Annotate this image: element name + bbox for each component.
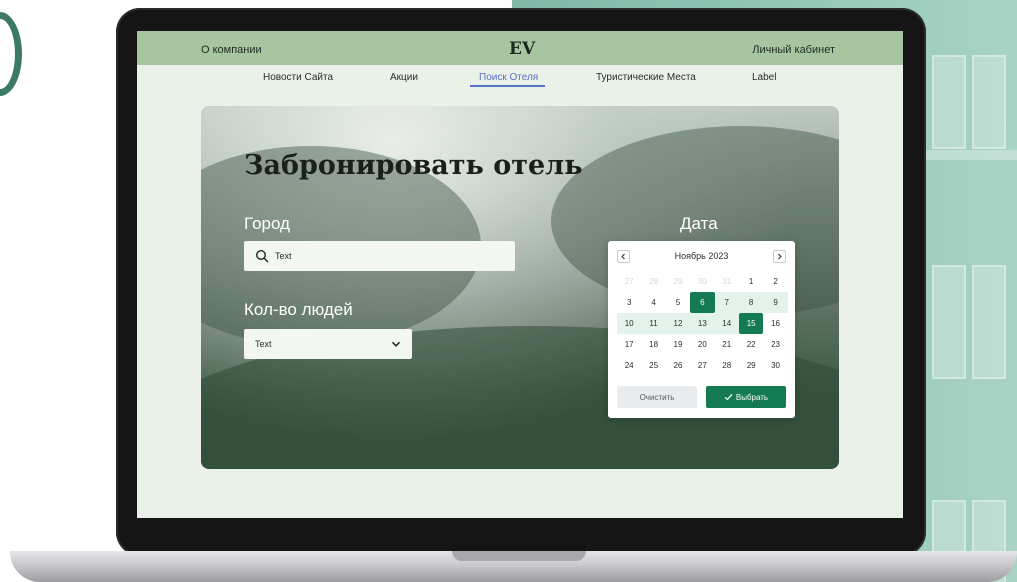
search-icon (255, 249, 269, 263)
calendar-grid: 27 28 29 30 31 1 2 3 4 5 6 7 8 9 10 11 12 13 14 15 16 17 18 19 2… (617, 271, 788, 376)
calendar-day[interactable]: 14 (714, 313, 739, 334)
next-month-button[interactable] (773, 250, 786, 263)
building-window (972, 265, 1006, 379)
nav-item-label[interactable]: Label (752, 72, 776, 83)
calendar-day[interactable]: 29 (739, 355, 763, 376)
calendar-day[interactable]: 11 (641, 313, 666, 334)
page-title: Забронировать отель (244, 150, 583, 181)
laptop-notch (452, 551, 586, 561)
calendar-day[interactable]: 22 (739, 334, 763, 355)
calendar-day[interactable]: 29 (666, 271, 690, 292)
check-icon (724, 393, 733, 401)
calendar-day[interactable]: 13 (690, 313, 715, 334)
date-picker: Ноябрь 2023 27 28 29 30 31 1 2 3 4 5 6 7 8 9 10 11 12 13 1… (608, 241, 795, 418)
building-window (972, 55, 1006, 149)
calendar-day[interactable]: 1 (739, 271, 763, 292)
calendar-day[interactable]: 15 (738, 313, 764, 334)
nav-item-hotel-search[interactable]: Поиск Отеля (479, 72, 538, 83)
calendar-day[interactable]: 2 (763, 271, 787, 292)
calendar-day[interactable]: 26 (666, 355, 690, 376)
main-nav: Новости Сайта Акции Поиск Отеля Туристич… (137, 65, 903, 95)
calendar-day[interactable]: 31 (715, 271, 739, 292)
calendar-day[interactable]: 28 (715, 355, 739, 376)
calendar-day[interactable]: 30 (763, 355, 787, 376)
date-label: Дата (680, 214, 718, 233)
calendar-day[interactable]: 21 (715, 334, 739, 355)
top-bar: О компании EV Личный кабинет (137, 31, 903, 65)
people-select-value: Text (255, 339, 272, 349)
nav-item-promotions[interactable]: Акции (390, 72, 418, 83)
about-company-link[interactable]: О компании (201, 44, 262, 56)
people-count-label: Кол-во людей (244, 300, 353, 319)
building-window (932, 55, 966, 149)
calendar-day[interactable]: 8 (738, 292, 764, 313)
nav-item-news[interactable]: Новости Сайта (263, 72, 333, 83)
calendar-day[interactable]: 27 (617, 271, 641, 292)
calendar-day[interactable]: 30 (690, 271, 714, 292)
laptop-screen: О компании EV Личный кабинет Новости Сай… (137, 31, 903, 518)
calendar-day[interactable]: 4 (641, 292, 665, 313)
clear-button-label: Очистить (639, 392, 675, 402)
calendar-day[interactable]: 27 (690, 355, 714, 376)
calendar-day[interactable]: 16 (763, 313, 787, 334)
site-logo[interactable]: EV (509, 39, 535, 59)
decorative-arc (0, 12, 22, 96)
building-window (932, 265, 966, 379)
city-label: Город (244, 214, 290, 233)
calendar-day[interactable]: 17 (617, 334, 641, 355)
calendar-month-title: Ноябрь 2023 (674, 251, 729, 261)
choose-button-label: Выбрать (735, 392, 769, 402)
calendar-day[interactable]: 10 (617, 313, 642, 334)
calendar-day[interactable]: 24 (617, 355, 641, 376)
calendar-day[interactable]: 5 (666, 292, 690, 313)
calendar-day[interactable]: 23 (763, 334, 787, 355)
calendar-day[interactable]: 18 (641, 334, 665, 355)
calendar-day[interactable]: 12 (665, 313, 691, 334)
calendar-day[interactable]: 25 (641, 355, 665, 376)
calendar-day[interactable]: 20 (690, 334, 714, 355)
nav-active-underline (470, 85, 545, 87)
nav-item-tourist-places[interactable]: Туристические Места (596, 72, 696, 83)
people-count-select[interactable]: Text (244, 329, 412, 359)
calendar-day[interactable]: 19 (666, 334, 690, 355)
booking-hero: Забронировать отель Город Text Кол-во лю… (201, 106, 839, 469)
personal-account-link[interactable]: Личный кабинет (752, 44, 835, 56)
chevron-down-icon (391, 341, 401, 347)
calendar-day[interactable]: 7 (714, 292, 739, 313)
clear-button[interactable]: Очистить (617, 386, 697, 408)
calendar-day[interactable]: 9 (763, 292, 788, 313)
calendar-day[interactable]: 3 (617, 292, 641, 313)
calendar-day[interactable]: 28 (641, 271, 665, 292)
calendar-day[interactable]: 6 (690, 292, 715, 313)
city-search-input[interactable]: Text (244, 241, 515, 271)
choose-button[interactable]: Выбрать (706, 386, 786, 408)
city-input-value: Text (275, 251, 292, 261)
